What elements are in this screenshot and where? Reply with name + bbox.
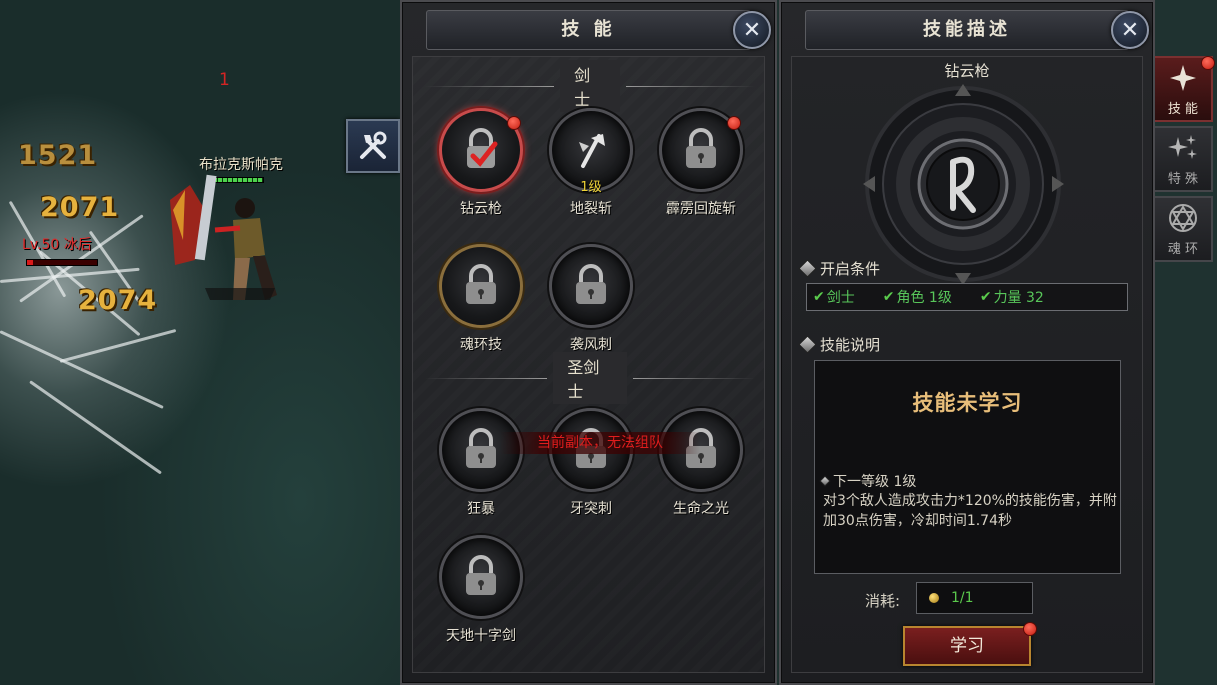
red-marker: 1	[219, 70, 230, 90]
bullet-icon	[819, 475, 831, 487]
lock-icon	[686, 128, 716, 168]
skill-orb[interactable]	[439, 535, 523, 619]
skill-orb[interactable]	[439, 244, 523, 328]
check-icon: ✔	[882, 289, 895, 305]
new-badge	[507, 116, 521, 130]
diamond-icon	[798, 335, 817, 354]
ice-shard	[29, 380, 162, 475]
conditions-heading: 开启条件	[798, 258, 880, 279]
ice-shard	[0, 330, 164, 409]
game-scene: 1521 2071 2074 1 Lv.50 冰后 布拉克斯帕克	[0, 0, 400, 685]
tab-label: 魂 环	[1167, 242, 1199, 257]
skill-yatuci[interactable]: 牙突刺	[541, 408, 641, 518]
side-tabs: 技 能 特 殊 魂 环	[1155, 56, 1217, 266]
conditions-box: ✔ 剑士 ✔ 角色 1级 ✔ 力量 32	[806, 283, 1128, 311]
tab-special[interactable]: 特 殊	[1155, 126, 1213, 192]
lock-icon	[466, 264, 496, 304]
selected-skill-name: 钻云枪	[944, 62, 990, 80]
tab-label: 技 能	[1167, 102, 1199, 117]
skill-tiandishizijian[interactable]: 天地十字剑	[431, 535, 531, 645]
tools-icon	[360, 131, 387, 159]
player-character[interactable]	[165, 170, 295, 320]
skill-point-coin-icon	[929, 593, 939, 603]
description-box: 技能未学习 下一等级 1级 对3个敌人造成攻击力*120%的技能伤害，并附加30…	[814, 360, 1121, 574]
skill-kuangbao[interactable]: 狂暴	[431, 408, 531, 518]
skill-star-icon	[1170, 65, 1196, 91]
tab-label: 特 殊	[1167, 172, 1199, 187]
special-sparkle-icon	[1168, 135, 1197, 159]
ice-shard	[59, 328, 177, 363]
desc-panel-close-button[interactable]: ✕	[1111, 11, 1149, 49]
damage-number: 2074	[78, 285, 158, 316]
skill-rune-wheel	[863, 84, 1064, 285]
cost-value: 1/1	[951, 590, 974, 606]
skill-label: 地裂斩	[570, 201, 612, 217]
new-badge	[1201, 56, 1215, 70]
section-title-holy-swordsman: 圣剑士	[425, 352, 755, 404]
learn-badge	[1023, 622, 1037, 636]
check-icon: ✔	[979, 289, 992, 305]
enemy-hp-bar	[26, 259, 98, 266]
skill-shengmingzhiguang[interactable]: 生命之光	[651, 408, 751, 518]
skill-hunhuanji[interactable]: 魂环技	[431, 244, 531, 354]
skill-level: 1级	[580, 180, 602, 195]
lock-icon	[466, 428, 496, 468]
notice-banner: 当前副本，无法组队	[500, 432, 700, 454]
tab-soul-ring[interactable]: 魂 环	[1155, 196, 1213, 262]
skill-label: 魂环技	[460, 337, 502, 353]
condition-item: ✔ 力量 32	[979, 289, 1044, 306]
cost-label: 消耗:	[865, 592, 901, 610]
skill-description-panel: 技能描述 ✕ 钻云枪 开启条件 ✔ 剑士 ✔ 角色 1级 ✔ 力量 32 技能说明 技…	[779, 0, 1155, 685]
skill-label: 钻云枪	[460, 201, 502, 217]
section-title-swordsman: 剑士	[425, 60, 756, 112]
condition-item: ✔ 角色 1级	[882, 289, 952, 306]
skill-xifengci[interactable]: 袭风刺	[541, 244, 641, 354]
check-icon: ✔	[813, 289, 825, 305]
next-level: 下一等级 1级	[819, 471, 916, 491]
learn-status: 技能未学习	[912, 391, 1023, 415]
cost-box: 1/1	[916, 582, 1033, 614]
skill-diliezhan[interactable]: 1级 地裂斩	[541, 108, 641, 218]
hexagram-icon	[1169, 204, 1197, 232]
skills-panel-title: 技 能	[426, 10, 751, 50]
skill-label: 袭风刺	[570, 337, 612, 353]
skills-panel-close-button[interactable]: ✕	[733, 11, 771, 49]
skill-orb[interactable]	[549, 244, 633, 328]
tools-button[interactable]	[346, 119, 400, 173]
skill-label: 天地十字剑	[446, 628, 516, 644]
skill-zuanyunqiang[interactable]: 钻云枪	[431, 108, 531, 218]
damage-number: 1521	[18, 140, 98, 171]
skill-label: 生命之光	[673, 501, 729, 517]
lock-icon	[576, 264, 606, 304]
learn-button[interactable]: 学习	[903, 626, 1031, 666]
description-heading: 技能说明	[798, 334, 880, 355]
condition-item: ✔ 剑士	[813, 289, 855, 306]
enemy-label: Lv.50 冰后	[22, 237, 92, 253]
skill-label: 牙突刺	[570, 501, 612, 517]
tab-skills[interactable]: 技 能	[1155, 56, 1215, 122]
skill-label: 霹雳回旋斩	[666, 201, 736, 217]
damage-number: 2071	[40, 192, 120, 223]
skill-pilihuixuanzhan[interactable]: 霹雳回旋斩	[651, 108, 751, 218]
lock-icon	[466, 555, 496, 595]
axe-icon	[579, 134, 605, 168]
close-icon: ✕	[1120, 17, 1140, 43]
unlock-check-icon	[467, 128, 498, 168]
close-icon: ✕	[742, 17, 762, 43]
skill-label: 狂暴	[467, 501, 495, 517]
new-badge	[727, 116, 741, 130]
diamond-icon	[798, 259, 817, 278]
desc-panel-title: 技能描述	[805, 10, 1129, 50]
skill-description-text: 对3个敌人造成攻击力*120%的技能伤害，并附加30点伤害，冷却时间1.74秒	[823, 493, 1117, 529]
